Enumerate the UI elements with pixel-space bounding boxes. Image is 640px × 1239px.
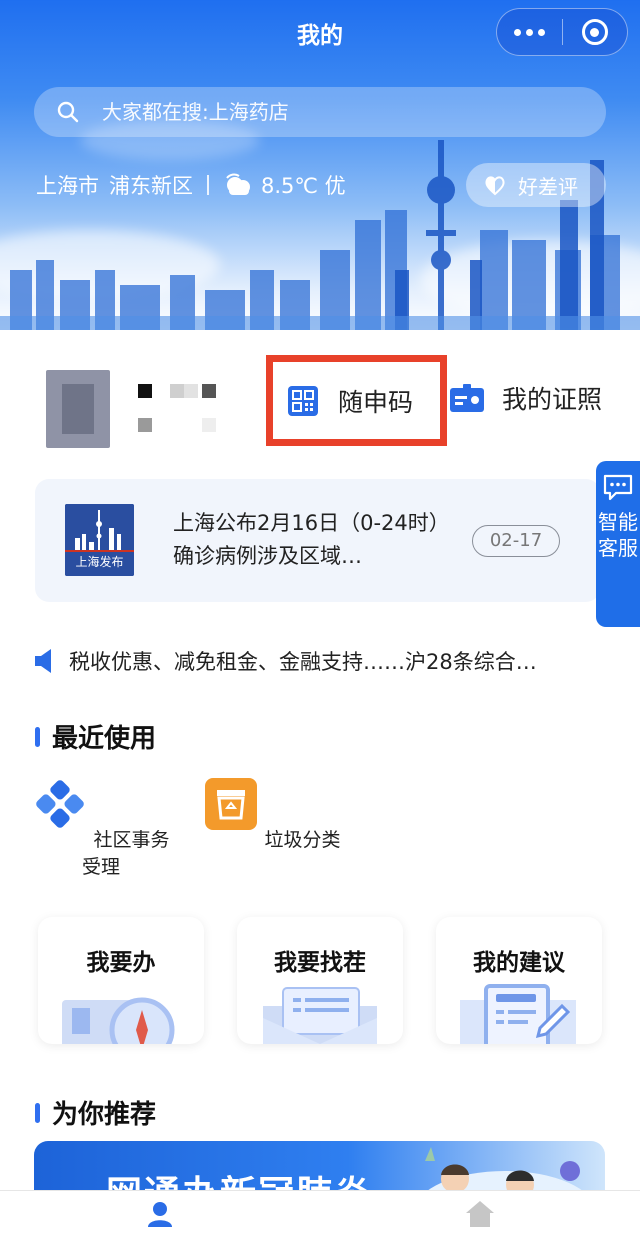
section-marker	[35, 726, 40, 747]
news-card[interactable]: 上海发布 上海公布2月16日（0-24时）确诊病例涉及区域… 02-17	[35, 479, 600, 602]
community-affairs-icon	[36, 780, 85, 828]
city-label[interactable]: 上海市	[36, 170, 99, 200]
speaker-icon	[35, 649, 51, 673]
search-icon	[57, 101, 79, 123]
search-bar[interactable]	[34, 87, 606, 137]
person-icon	[148, 1202, 172, 1227]
review-label: 好差评	[518, 174, 578, 199]
city-skyline-image	[0, 140, 640, 330]
tab-home[interactable]	[450, 1199, 510, 1229]
news-headline: 上海公布2月16日（0-24时）确诊病例涉及区域…	[173, 511, 440, 568]
more-dots-icon[interactable]	[497, 9, 562, 55]
cloudy-weather-icon	[226, 173, 250, 195]
chat-bubble-icon	[603, 474, 633, 501]
smart-service-tab[interactable]: 智能客服	[596, 461, 640, 627]
edit-document-icon	[460, 984, 576, 1044]
qr-code-icon	[288, 385, 318, 416]
smart-service-label: 智能客服	[598, 510, 638, 560]
news-date-badge: 02-17	[472, 525, 560, 557]
my-license-button[interactable]: 我的证照	[450, 380, 602, 416]
notice-text: 税收优惠、减免租金、金融支持……沪28条综合…	[69, 650, 537, 674]
half-heart-icon	[485, 176, 505, 196]
location-weather-row: 上海市 浦东新区 8.5℃ 优	[36, 170, 346, 200]
header-banner: 我的 上海市 浦东新区 8.5℃ 优 好差评	[0, 0, 640, 330]
tab-me[interactable]	[130, 1199, 190, 1229]
avatar[interactable]	[46, 370, 110, 448]
recent-item-label: 垃圾分类	[264, 829, 341, 851]
random-code-label: 随申码	[338, 387, 414, 417]
envelope-icon	[263, 987, 377, 1044]
home-icon	[466, 1201, 494, 1227]
logo-text: 上海发布	[75, 555, 124, 569]
id-card-icon	[450, 384, 484, 412]
divider	[207, 175, 209, 195]
recent-section-title: 最近使用	[35, 718, 156, 755]
review-button[interactable]: 好差评	[466, 163, 606, 207]
recent-item-label: 社区事务受理	[81, 829, 170, 878]
action-card-title: 我的建议	[473, 950, 565, 976]
recommend-section-title: 为你推荐	[35, 1094, 156, 1131]
my-license-label: 我的证照	[502, 385, 603, 414]
miniprogram-capsule	[496, 8, 628, 56]
action-card-title: 我要办	[86, 950, 156, 976]
recommend-title-text: 为你推荐	[52, 1100, 157, 1130]
compass-document-icon	[62, 997, 175, 1044]
recent-item-community-affairs[interactable]: 社区事务受理	[26, 776, 176, 879]
shanghai-release-logo: 上海发布	[65, 504, 134, 576]
recent-item-garbage-sort[interactable]: 垃圾分类	[197, 776, 347, 852]
weather-text: 8.5℃ 优	[261, 174, 346, 198]
notice-bar[interactable]: 税收优惠、减免租金、金融支持……沪28条综合…	[35, 646, 589, 676]
action-card-handle[interactable]: 我要办	[38, 917, 204, 1044]
action-card-title: 我要找茬	[274, 950, 366, 976]
random-code-button[interactable]: 随申码	[266, 355, 447, 446]
garbage-sort-icon	[205, 778, 258, 830]
district-label[interactable]: 浦东新区	[109, 170, 193, 200]
recent-title-text: 最近使用	[52, 724, 157, 754]
bottom-tab-bar	[0, 1190, 640, 1239]
action-card-report-issue[interactable]: 我要找茬	[237, 917, 403, 1044]
circle-close-icon[interactable]	[563, 9, 627, 55]
action-card-suggestion[interactable]: 我的建议	[436, 917, 602, 1044]
section-marker	[35, 1102, 40, 1123]
search-input[interactable]	[102, 100, 562, 124]
